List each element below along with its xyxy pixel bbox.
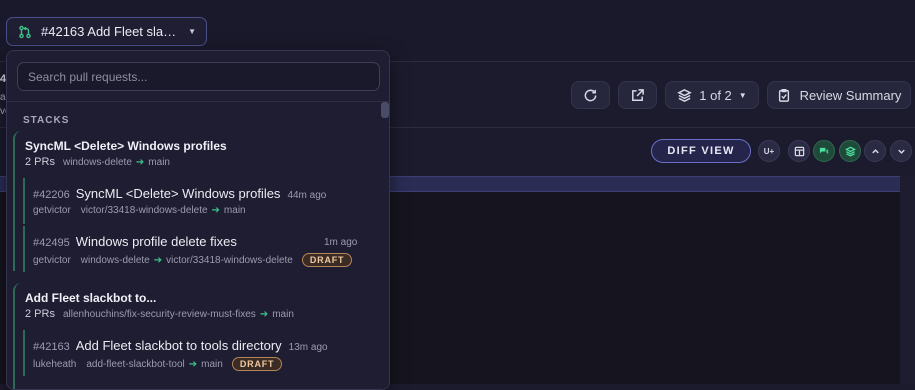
- branch-to: victor/33418-windows-delete: [166, 254, 293, 266]
- branch-to: main: [148, 156, 170, 168]
- diff-view-button[interactable]: DIFF VIEW: [651, 139, 751, 163]
- chevron-down-icon: ▼: [738, 90, 747, 100]
- diff-scrollbar[interactable]: [900, 176, 915, 384]
- git-pull-request-icon: [19, 25, 31, 38]
- pr-list-item[interactable]: #42206 SyncML <Delete> Windows profiles …: [23, 178, 363, 224]
- stack-meta: 2 PRs windows-delete ➔ main: [25, 156, 170, 168]
- stack-title: Add Fleet slackbot to...: [25, 291, 157, 305]
- stack-pr-count: 2 PRs: [25, 308, 55, 320]
- pr-updated-time: 1m ago: [324, 237, 358, 248]
- pr-author: lukeheath: [33, 358, 77, 370]
- divider: [7, 101, 389, 102]
- pr-selector-dropdown[interactable]: #42163 Add Fleet slac… ▼: [6, 17, 207, 46]
- pr-title: SyncML <Delete> Windows profiles: [75, 186, 281, 201]
- stack-title: SyncML <Delete> Windows profiles: [25, 139, 227, 153]
- arrow-right-icon: ➔: [135, 156, 145, 168]
- arrow-right-icon: ➔: [211, 205, 220, 216]
- branch-from: add-fleet-slackbot-tool: [86, 358, 185, 370]
- pr-number: #42163: [33, 341, 70, 353]
- open-external-button[interactable]: [618, 81, 657, 109]
- draft-badge: DRAFT: [231, 357, 283, 371]
- stack-view-button[interactable]: [839, 140, 861, 162]
- pr-list-item[interactable]: #42495 Windows profile delete fixes 1m a…: [23, 226, 363, 272]
- pr-author: getvictor: [33, 254, 71, 266]
- branch-to: main: [223, 205, 246, 216]
- pr-number: #42206: [33, 189, 70, 201]
- stack-meta: 2 PRs allenhouchins/fix-security-review-…: [25, 308, 294, 320]
- review-summary-button[interactable]: Review Summary: [767, 81, 911, 109]
- chevron-down-icon: ▼: [188, 27, 196, 36]
- stack-position-dropdown[interactable]: 1 of 2 ▼: [665, 81, 759, 109]
- layers-icon: [844, 146, 856, 157]
- branch-from: allenhouchins/fix-security-review-must-f…: [62, 308, 256, 320]
- pr-list-item[interactable]: #42163 Add Fleet slackbot to tools direc…: [23, 330, 363, 376]
- search-pull-requests-input[interactable]: [17, 62, 380, 91]
- stack-pr-count: 2 PRs: [25, 156, 55, 168]
- pr-updated-time: 13m ago: [288, 342, 328, 353]
- dropdown-scrollbar[interactable]: [380, 102, 389, 389]
- pr-dropdown-panel: STACKS SyncML <Delete> Windows profiles …: [6, 50, 390, 390]
- refresh-button[interactable]: [571, 81, 610, 109]
- columns-icon: [794, 146, 804, 156]
- pr-title: Add Fleet slackbot to tools directory: [75, 338, 282, 353]
- branch-from: windows-delete: [80, 254, 150, 266]
- dropdown-scroll-thumb[interactable]: [381, 102, 389, 118]
- branch-from: windows-delete: [62, 156, 132, 168]
- chevron-down-icon: [897, 149, 905, 154]
- chevron-up-icon: [871, 148, 879, 153]
- pr-title: Windows profile delete fixes: [75, 234, 237, 249]
- branch-to: main: [272, 308, 294, 320]
- unicode-toggle-button[interactable]: U+: [758, 140, 780, 162]
- stack-counter: 1 of 2: [699, 87, 732, 103]
- pr-selector-label: #42163 Add Fleet slac…: [41, 24, 183, 39]
- clipboard-check-icon: [778, 89, 789, 102]
- refresh-icon: [584, 89, 597, 101]
- pr-updated-time: 44m ago: [287, 190, 327, 201]
- branch-from: victor/33418-windows-delete: [80, 205, 208, 216]
- review-summary-label: Review Summary: [799, 87, 902, 103]
- next-file-button[interactable]: [890, 140, 912, 162]
- layers-icon: [677, 88, 693, 102]
- external-link-icon: [632, 88, 644, 101]
- draft-badge: DRAFT: [301, 253, 353, 267]
- pr-author: getvictor: [33, 205, 71, 216]
- chat-bubbles-icon: [819, 147, 828, 154]
- layout-toggle-button[interactable]: [788, 140, 810, 162]
- arrow-right-icon: ➔: [188, 358, 198, 370]
- previous-file-button[interactable]: [864, 140, 886, 162]
- stacks-section-label: STACKS: [23, 115, 70, 126]
- comments-toggle-button[interactable]: [813, 140, 835, 162]
- branch-to: main: [201, 358, 223, 370]
- arrow-right-icon: ➔: [153, 254, 163, 266]
- arrow-right-icon: ➔: [259, 308, 269, 320]
- pr-number: #42495: [33, 237, 70, 249]
